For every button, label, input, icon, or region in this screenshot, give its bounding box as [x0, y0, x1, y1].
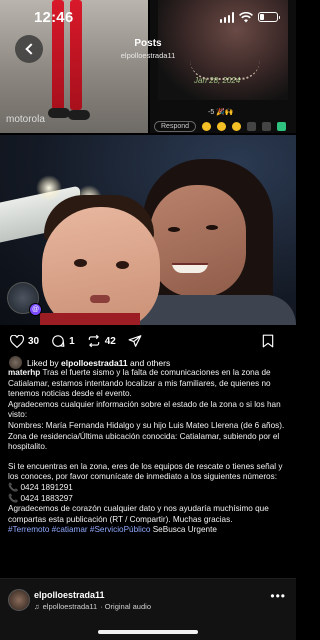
message-icon[interactable] [277, 122, 287, 131]
post-photo[interactable] [0, 135, 296, 325]
comment-count: 1 [69, 335, 75, 347]
action-bar: 30 1 42 [0, 331, 296, 351]
heart-icon [10, 334, 24, 348]
author-username[interactable]: elpolloestrada11 [34, 590, 105, 600]
caption-text: SeBusca Urgente [152, 525, 217, 535]
audio-user: elpolloestrada11 [42, 602, 98, 611]
emoji-reaction-icon[interactable] [232, 122, 242, 131]
like-count: 30 [28, 335, 40, 347]
photo-date: Jan 28, 2024 [194, 76, 241, 85]
status-bar: 12:46 [0, 0, 296, 34]
reaction-text: -5 🎉🙌 [208, 109, 234, 116]
signal-icon [219, 11, 234, 23]
caption-text: Zona de residencia/Última ubicación cono… [8, 431, 280, 452]
respond-button[interactable]: Respond [154, 121, 197, 132]
send-icon [128, 335, 142, 347]
audio-label: · Original audio [100, 602, 151, 611]
comment-button[interactable]: 1 [51, 334, 75, 348]
repost-button[interactable]: 42 [87, 334, 116, 348]
story-reply-bar: Respond [154, 120, 294, 133]
header: Posts elpolloestrada11 [0, 38, 296, 60]
more-options-icon[interactable]: ••• [270, 589, 286, 603]
status-icons [219, 11, 280, 23]
phone-number[interactable]: 📞 0424 1883297 [8, 494, 290, 505]
tag-badge-icon[interactable]: @ [29, 303, 42, 316]
emoji-reaction-icon[interactable] [202, 122, 212, 131]
repost-icon [88, 334, 99, 348]
author-avatar[interactable] [8, 589, 30, 611]
reel-footer: elpolloestrada11 ♫ elpolloestrada11 · Or… [0, 578, 296, 640]
comment-icon [52, 335, 65, 347]
home-indicator [98, 630, 198, 634]
caption-text: Agradecemos de corazón cualquier dato y … [8, 504, 269, 524]
liked-prefix: Liked by [27, 357, 59, 368]
caption-text: Agradecemos cualquier información sobre … [8, 399, 281, 420]
music-note-icon: ♫ [34, 602, 40, 611]
bookmark-icon [262, 334, 274, 348]
wifi-icon [239, 11, 253, 22]
hashtags[interactable]: #Terremoto #catiamar #ServicioPúblico [8, 525, 150, 534]
header-username[interactable]: elpolloestrada11 [0, 51, 296, 60]
like-button[interactable]: 30 [10, 334, 40, 348]
battery-icon [258, 12, 280, 22]
clock: 12:46 [34, 8, 74, 26]
share-button[interactable] [128, 334, 142, 348]
phone-number[interactable]: 📞 0424 1891291 [8, 483, 290, 494]
send-icon[interactable] [262, 122, 272, 131]
caption-text: Si te encuentras en la zona, eres de los… [8, 461, 283, 482]
share-icon[interactable] [247, 122, 257, 131]
liked-user[interactable]: elpolloestrada11 [61, 358, 128, 368]
caption-username[interactable]: materhp [8, 368, 40, 377]
audio-row[interactable]: ♫ elpolloestrada11 · Original audio [34, 602, 151, 611]
repost-count: 42 [104, 335, 116, 347]
emoji-reaction-icon[interactable] [217, 122, 227, 131]
liked-suffix: and others [130, 357, 171, 368]
post-caption: materhp Tras el fuerte sismo y la falta … [8, 368, 290, 536]
caption-text: Tras el fuerte sismo y la falta de comun… [8, 368, 271, 399]
motorola-watermark: motorola [6, 114, 45, 125]
page-title: Posts [134, 38, 162, 49]
caption-text: Nombres: María Fernanda Hidalgo y su hij… [8, 420, 285, 430]
save-button[interactable] [262, 334, 274, 348]
